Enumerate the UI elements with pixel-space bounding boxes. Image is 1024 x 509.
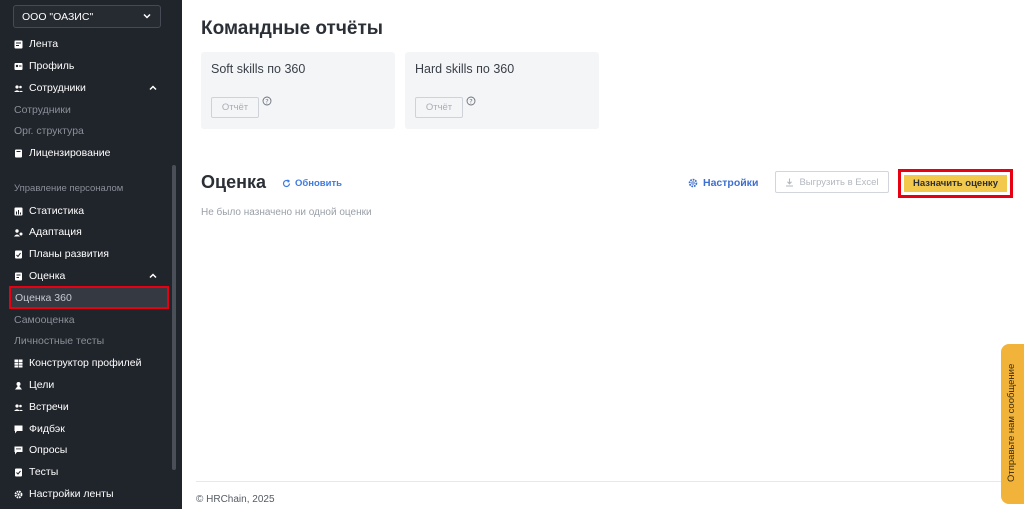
report-card-title: Soft skills по 360 — [211, 62, 306, 76]
sidebar-item-meetings[interactable]: Встречи — [14, 399, 69, 415]
sidebar-item-assessment[interactable]: Оценка — [14, 268, 65, 284]
svg-text:?: ? — [265, 97, 268, 105]
sidebar-item-adaptation[interactable]: Адаптация — [14, 224, 82, 240]
sidebar-item-feed[interactable]: Лента — [14, 36, 58, 52]
tests-icon — [15, 468, 22, 476]
organization-name: ООО "ОАЗИС" — [22, 10, 94, 23]
sidebar-subitem-org-structure[interactable]: Орг. структура — [14, 123, 84, 139]
feed-icon — [14, 40, 23, 48]
sidebar-subitem-self-assessment[interactable]: Самооценка — [14, 312, 75, 328]
license-icon — [15, 149, 22, 157]
refresh-icon — [282, 179, 291, 188]
sidebar-subitem-employees[interactable]: Сотрудники — [14, 102, 71, 118]
report-card-title: Hard skills по 360 — [415, 62, 515, 76]
download-icon — [786, 178, 794, 186]
svg-text:?: ? — [469, 97, 472, 105]
feedback-icon — [14, 425, 23, 433]
sidebar-item-feed-settings[interactable]: Настройки ленты — [14, 486, 114, 502]
chart-icon — [14, 207, 23, 215]
chevron-up-icon[interactable] — [149, 272, 157, 280]
help-icon[interactable]: ? — [262, 96, 272, 106]
report-button[interactable]: Отчёт — [415, 97, 463, 118]
sidebar-item-statistics[interactable]: Статистика — [14, 203, 84, 219]
adaptation-icon — [14, 228, 23, 236]
settings-link[interactable]: Настройки — [688, 177, 758, 189]
sidebar-item-surveys[interactable]: Опросы — [14, 442, 67, 458]
profile-icon — [14, 62, 23, 70]
plans-icon — [15, 250, 22, 258]
footer-copyright: © HRChain, 2025 — [196, 494, 275, 505]
sidebar-item-licensing[interactable]: Лицензирование — [14, 145, 110, 161]
report-card-hard-skills: Hard skills по 360 Отчёт ? — [405, 52, 599, 129]
sidebar: ООО "ОАЗИС" Лента Профиль Сотрудники Сот… — [0, 0, 182, 509]
footer-divider — [196, 481, 1002, 482]
meetings-icon — [14, 403, 23, 411]
report-card-soft-skills: Soft skills по 360 Отчёт ? — [201, 52, 395, 129]
report-button[interactable]: Отчёт — [211, 97, 259, 118]
survey-icon — [14, 446, 23, 454]
sidebar-item-profile[interactable]: Профиль — [14, 58, 74, 74]
gear-icon — [14, 490, 23, 498]
assessment-section-title: Оценка — [201, 172, 266, 192]
sidebar-item-profile-builder[interactable]: Конструктор профилей — [14, 355, 142, 371]
chevron-up-icon[interactable] — [149, 84, 157, 92]
sidebar-item-goals[interactable]: Цели — [14, 377, 54, 393]
organization-select[interactable]: ООО "ОАЗИС" — [13, 5, 161, 28]
sidebar-subitem-personality-tests[interactable]: Личностные тесты — [14, 333, 104, 349]
sidebar-subitem-assessment-360[interactable]: Оценка 360 — [9, 286, 169, 309]
export-excel-button[interactable]: Выгрузить в Excel — [775, 171, 889, 193]
empty-state-text: Не было назначено ни одной оценки — [201, 207, 372, 218]
sidebar-item-tests[interactable]: Тесты — [14, 464, 58, 480]
send-message-widget[interactable]: Отправьте нам сообщение — [1001, 344, 1024, 504]
section-label-hr: Управление персоналом — [14, 183, 124, 194]
send-message-label: Отправьте нам сообщение — [1006, 363, 1017, 482]
goal-icon — [15, 381, 22, 389]
grid-icon — [14, 359, 23, 367]
sidebar-item-development-plans[interactable]: Планы развития — [14, 246, 109, 262]
chevron-down-icon — [143, 13, 151, 19]
sidebar-scrollbar[interactable] — [172, 165, 176, 470]
sidebar-item-feedback[interactable]: Фидбэк — [14, 421, 65, 437]
assign-assessment-button[interactable]: Назначить оценку — [904, 175, 1007, 192]
assign-assessment-highlight: Назначить оценку — [898, 169, 1013, 198]
users-icon — [14, 84, 23, 92]
page-title: Командные отчёты — [201, 18, 383, 39]
refresh-link[interactable]: Обновить — [282, 178, 342, 189]
sidebar-item-employees[interactable]: Сотрудники — [14, 80, 86, 96]
gear-icon — [688, 178, 698, 188]
help-icon[interactable]: ? — [466, 96, 476, 106]
assessment-icon — [15, 272, 22, 280]
